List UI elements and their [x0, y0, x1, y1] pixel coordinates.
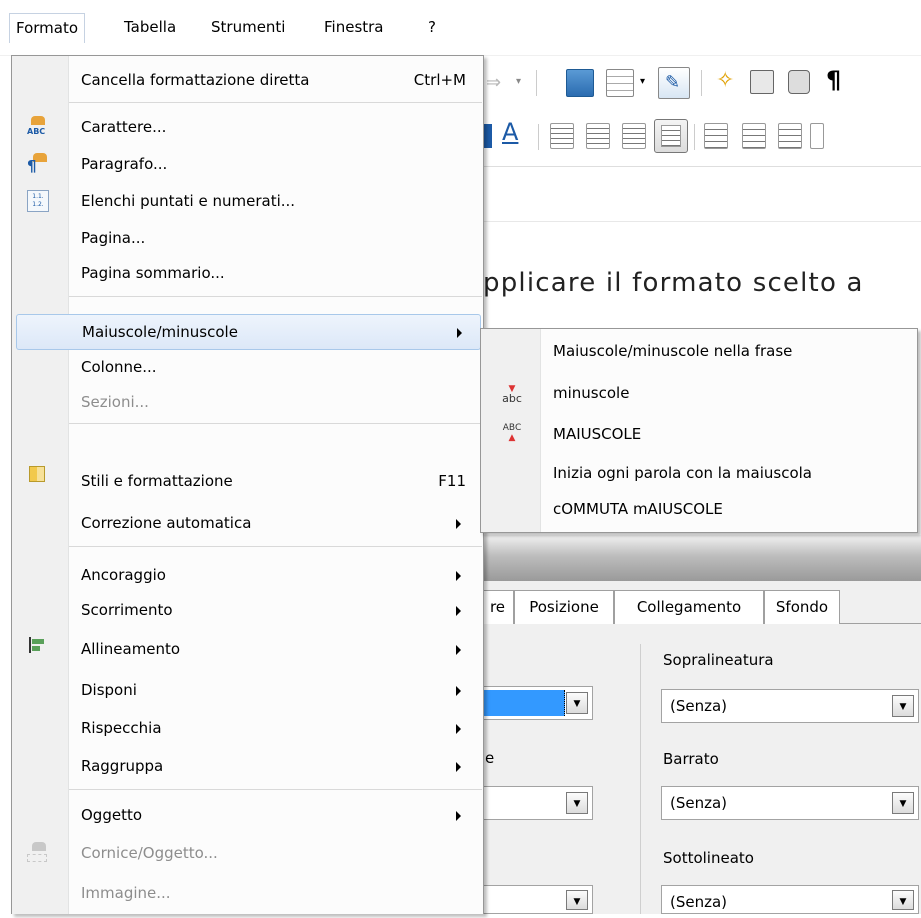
toolbar-separator [538, 124, 539, 150]
toolbar-separator [536, 70, 537, 96]
tab-font-effects[interactable]: re [482, 590, 514, 624]
menu-item-frame-object[interactable]: Cornice/Oggetto... [14, 835, 482, 871]
numbering-icon[interactable] [704, 123, 728, 149]
ruler-area [480, 166, 921, 222]
overline-combo[interactable]: (Senza) ▼ [661, 689, 919, 723]
strikethrough-combo[interactable]: (Senza) ▼ [661, 786, 919, 820]
align-center-icon[interactable] [586, 123, 610, 149]
tab-sfondo[interactable]: Sfondo [764, 590, 840, 624]
menu-formato[interactable]: Formato [9, 13, 86, 43]
submenu-item-toggle-case[interactable]: cOMMUTA mAIUSCOLE [483, 491, 915, 527]
uppercase-icon: ABC ▲ [502, 423, 522, 443]
decrease-indent-icon[interactable] [778, 123, 802, 149]
menu-item-columns[interactable]: Colonne... [14, 349, 482, 385]
submenu-item-capitalize-words[interactable]: Inizia ogni parola con la maiuscola [483, 455, 915, 491]
submenu-item-lowercase[interactable]: ▼ abc minuscole [483, 375, 915, 411]
menu-separator [69, 296, 482, 297]
menu-item-styles-formatting[interactable]: Stili e formattazione F11 [14, 463, 482, 499]
table-dropdown-icon[interactable]: ▾ [640, 76, 645, 87]
menu-separator [69, 789, 482, 790]
menu-tabella[interactable]: Tabella [118, 13, 182, 43]
toolbar-separator [701, 70, 702, 96]
menu-finestra[interactable]: Finestra [318, 13, 390, 43]
formatting-toolbar: A [480, 110, 921, 166]
datasources-icon[interactable] [788, 70, 810, 94]
strikethrough-label: Barrato [663, 750, 719, 768]
underline-label: Sottolineato [663, 849, 754, 867]
draw-functions-icon[interactable]: ✎ [658, 67, 690, 99]
menu-item-anchor[interactable]: Ancoraggio [14, 557, 482, 593]
tab-collegamento[interactable]: Collegamento [614, 590, 764, 624]
table-icon[interactable] [606, 69, 634, 97]
menu-separator [69, 546, 482, 547]
align-right-icon[interactable] [622, 123, 646, 149]
menu-separator [69, 102, 482, 103]
document-body-text: pplicare il formato scelto a [483, 268, 864, 298]
menu-separator [69, 423, 482, 424]
tab-posizione[interactable]: Posizione [514, 590, 614, 624]
menu-item-object[interactable]: Oggetto [14, 797, 482, 833]
star-icon[interactable]: ✧ [716, 68, 734, 93]
toolbar-separator [694, 124, 695, 150]
menu-item-case[interactable]: Maiuscole/minuscole [16, 314, 481, 350]
submenu-item-sentence-case[interactable]: Maiuscole/minuscole nella frase [483, 333, 915, 369]
align-icon [29, 637, 45, 653]
menu-strumenti[interactable]: Strumenti [205, 13, 291, 43]
character-icon: ABC [27, 116, 49, 138]
dialog-title-bar [480, 535, 921, 581]
menu-item-flip[interactable]: Rispecchia [14, 710, 482, 746]
align-left-icon[interactable] [550, 123, 574, 149]
bullets-numbering-icon: 1.1. 1.2. [27, 190, 49, 212]
menu-item-paragraph[interactable]: ¶ Paragrafo... [14, 146, 482, 182]
menu-item-bullets-numbering[interactable]: 1.1. 1.2. Elenchi puntati e numerati... [14, 183, 482, 219]
standard-toolbar: ⇒ ▾ ▾ ✎ ✧ ¶ [480, 56, 921, 110]
paragraph-icon: ¶ [27, 153, 49, 175]
case-submenu: Maiuscole/minuscole nella frase ▼ abc min… [480, 328, 918, 533]
redo-dropdown-icon[interactable]: ▾ [516, 76, 521, 87]
menu-item-arrange[interactable]: Disponi [14, 672, 482, 708]
justify-icon[interactable] [654, 119, 688, 153]
font-color-icon[interactable]: A [502, 118, 518, 146]
menubar: Formato Tabella Strumenti Finestra ? [0, 0, 921, 56]
navigator-icon[interactable] [566, 69, 594, 97]
format-menu: Cancella formattazione diretta Ctrl+M ABC… [11, 55, 484, 914]
menu-item-sections[interactable]: Sezioni... [14, 384, 482, 420]
underline-combo[interactable]: (Senza) ▼ [661, 885, 919, 914]
increase-indent-icon[interactable] [810, 123, 824, 149]
menu-item-wrap[interactable]: Scorrimento [14, 592, 482, 628]
italic-icon[interactable] [484, 124, 492, 148]
relief-combo[interactable]: ▼ [480, 885, 593, 914]
menu-item-clear-direct-formatting[interactable]: Cancella formattazione diretta Ctrl+M [14, 62, 482, 98]
menu-item-title-page[interactable]: Pagina sommario... [14, 255, 482, 291]
lowercase-icon: ▼ abc [502, 384, 522, 405]
menu-item-image[interactable]: Immagine... [14, 875, 482, 911]
gallery-icon[interactable] [750, 70, 774, 94]
formatting-marks-icon[interactable]: ¶ [826, 66, 841, 94]
menu-item-alignment[interactable]: Allineamento [14, 631, 482, 667]
menu-item-group[interactable]: Raggruppa [14, 748, 482, 784]
effects-combo[interactable]: ▼ [480, 786, 593, 820]
menu-item-character[interactable]: ABC Carattere... [14, 109, 482, 145]
styles-icon [29, 466, 45, 482]
menu-item-page[interactable]: Pagina... [14, 220, 482, 256]
dialog-column-divider [640, 644, 641, 914]
menu-item-autocorrect[interactable]: Correzione automatica [14, 505, 482, 541]
menu-help[interactable]: ? [422, 13, 442, 43]
redo-icon[interactable]: ⇒ [486, 72, 501, 93]
bullets-icon[interactable] [742, 123, 766, 149]
font-color-combo[interactable]: ▼ [480, 686, 593, 720]
submenu-item-uppercase[interactable]: ABC ▲ MAIUSCOLE [483, 416, 915, 452]
frame-icon [27, 842, 49, 864]
partial-label: e [485, 749, 495, 767]
overline-label: Sopralineatura [663, 651, 774, 669]
